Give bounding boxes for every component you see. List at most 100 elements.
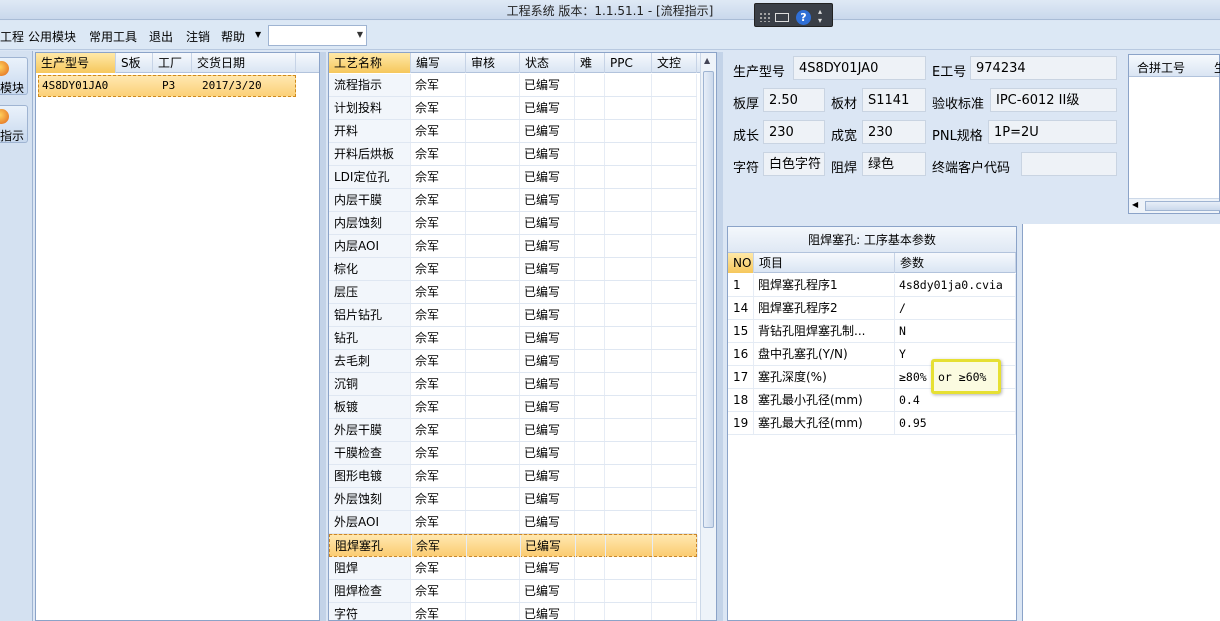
window-title: 工程系统 版本：1.1.51.1 - [流程指示]	[506, 4, 714, 18]
process-ppc	[605, 603, 652, 620]
value-model[interactable]: 4S8DY01JA0	[793, 56, 926, 80]
help-dropdown-icon[interactable]: ▼	[255, 30, 261, 39]
value-thickness[interactable]: 2.50	[763, 88, 825, 112]
col-delivery-date[interactable]: 交货日期	[192, 53, 296, 73]
process-row[interactable]: 开料 佘军 已编写	[329, 120, 697, 143]
param-edit-field[interactable]: or ≥60%	[931, 359, 1001, 394]
process-row[interactable]: 计划投料 佘军 已编写	[329, 97, 697, 120]
process-row[interactable]: 外层AOI 佘军 已编写	[329, 511, 697, 534]
keyboard-icon[interactable]	[775, 13, 789, 22]
chevron-down-icon[interactable]: ▼	[357, 30, 363, 39]
process-status: 已编写	[520, 212, 575, 234]
process-ppc	[605, 488, 652, 510]
process-difficulty	[575, 465, 605, 487]
grip-icon[interactable]	[759, 12, 771, 22]
col-merge-no[interactable]: 合拼工号	[1137, 59, 1185, 76]
ime-toolbar[interactable]: ? ▴ ▾	[754, 3, 833, 27]
process-name: 字符	[329, 603, 411, 620]
process-row[interactable]: 流程指示 佘军 已编写	[329, 74, 697, 97]
label-pnl: PNL规格	[932, 129, 983, 144]
col-merge-next[interactable]: 生	[1214, 59, 1220, 76]
col-status[interactable]: 状态	[520, 53, 575, 73]
col-ppc[interactable]: PPC	[605, 53, 652, 73]
process-row[interactable]: 阻焊检查 佘军 已编写	[329, 580, 697, 603]
process-row[interactable]: 内层干膜 佘军 已编写	[329, 189, 697, 212]
order-row[interactable]: 4S8DY01JA0 P3 2017/3/20	[38, 75, 296, 97]
menu-exit[interactable]: 退出	[149, 28, 173, 45]
param-row[interactable]: 19 塞孔最大孔径(mm) 0.95	[728, 412, 1016, 435]
scroll-up-icon[interactable]: ▲	[704, 56, 710, 65]
col-process-name[interactable]: 工艺名称	[329, 53, 411, 73]
value-material[interactable]: S1141	[862, 88, 926, 112]
process-status: 已编写	[520, 74, 575, 96]
process-row[interactable]: 钻孔 佘军 已编写	[329, 327, 697, 350]
process-row[interactable]: 阻焊 佘军 已编写	[329, 557, 697, 580]
process-row[interactable]: 外层蚀刻 佘军 已编写	[329, 488, 697, 511]
col-writer[interactable]: 编写	[411, 53, 466, 73]
param-value: 4s8dy01ja0.cvia	[895, 274, 1016, 296]
col-factory[interactable]: 工厂	[153, 53, 192, 73]
value-customer[interactable]	[1021, 152, 1117, 176]
value-eno[interactable]: 974234	[970, 56, 1117, 80]
col-reviewer[interactable]: 审核	[466, 53, 520, 73]
process-row[interactable]: 棕化 佘军 已编写	[329, 258, 697, 281]
menu-logout[interactable]: 注销	[186, 28, 210, 45]
scroll-thumb[interactable]	[703, 71, 714, 528]
col-doc-control[interactable]: 文控	[652, 53, 697, 73]
middle-splitter[interactable]	[717, 52, 723, 621]
col-difficulty[interactable]: 难	[575, 53, 605, 73]
col-param[interactable]: 参数	[895, 253, 1016, 273]
process-row[interactable]: 板镀 佘军 已编写	[329, 396, 697, 419]
process-guide-button[interactable]: 指示	[0, 105, 28, 143]
menu-combo-box[interactable]: ▼	[268, 25, 367, 46]
scroll-left-icon[interactable]: ◀	[1132, 200, 1138, 209]
value-length[interactable]: 230	[763, 120, 825, 144]
param-item: 塞孔最大孔径(mm)	[754, 412, 895, 434]
process-row[interactable]: 内层蚀刻 佘军 已编写	[329, 212, 697, 235]
process-reviewer	[466, 511, 520, 533]
param-row[interactable]: 14 阻焊塞孔程序2/	[728, 297, 1016, 320]
col-item[interactable]: 项目	[754, 253, 895, 273]
process-name: 图形电镀	[329, 465, 411, 487]
process-row[interactable]: 铝片钻孔 佘军 已编写	[329, 304, 697, 327]
module-button[interactable]: 模块	[0, 57, 28, 95]
menu-tools[interactable]: 常用工具	[89, 28, 137, 45]
process-status: 已编写	[520, 281, 575, 303]
menu-help[interactable]: 帮助	[221, 28, 245, 45]
value-char[interactable]: 白色字符	[763, 152, 825, 176]
process-reviewer	[466, 465, 520, 487]
merge-hscrollbar[interactable]: ◀	[1129, 198, 1220, 213]
process-row[interactable]: 去毛刺 佘军 已编写	[329, 350, 697, 373]
merge-scroll-thumb[interactable]	[1145, 201, 1220, 211]
process-difficulty	[575, 442, 605, 464]
process-doc-control	[652, 557, 697, 579]
left-splitter[interactable]	[320, 52, 326, 621]
process-row[interactable]: 阻焊塞孔 佘军 已编写	[329, 534, 698, 557]
process-writer: 佘军	[411, 304, 466, 326]
process-ppc	[605, 557, 652, 579]
col-model[interactable]: 生产型号	[36, 53, 116, 73]
value-standard[interactable]: IPC-6012 II级	[990, 88, 1117, 112]
process-row[interactable]: 图形电镀 佘军 已编写	[329, 465, 697, 488]
process-row[interactable]: 字符 佘军 已编写	[329, 603, 697, 620]
process-row[interactable]: 层压 佘军 已编写	[329, 281, 697, 304]
process-row[interactable]: 外层干膜 佘军 已编写	[329, 419, 697, 442]
process-row[interactable]: 沉铜 佘军 已编写	[329, 373, 697, 396]
menu-project[interactable]: 工程	[0, 28, 24, 45]
value-width[interactable]: 230	[862, 120, 926, 144]
help-icon[interactable]: ?	[796, 10, 811, 25]
process-row[interactable]: LDI定位孔 佘军 已编写	[329, 166, 697, 189]
process-row[interactable]: 干膜检查 佘军 已编写	[329, 442, 697, 465]
col-no[interactable]: NO	[728, 253, 754, 273]
param-row[interactable]: 1 阻焊塞孔程序1 4s8dy01ja0.cvia	[728, 274, 1016, 297]
module-button-label: 模块	[0, 81, 25, 95]
value-pnl[interactable]: 1P=2U	[988, 120, 1117, 144]
col-s-board[interactable]: S板	[116, 53, 153, 73]
process-scrollbar[interactable]: ▲	[700, 53, 716, 620]
process-row[interactable]: 内层AOI 佘军 已编写	[329, 235, 697, 258]
value-mask[interactable]: 绿色	[862, 152, 926, 176]
expand-arrows-icon[interactable]: ▴ ▾	[818, 7, 822, 25]
param-row[interactable]: 15 背钻孔阻焊塞孔制... N	[728, 320, 1016, 343]
menu-common-modules[interactable]: 公用模块	[28, 28, 76, 45]
process-row[interactable]: 开料后烘板 佘军 已编写	[329, 143, 697, 166]
